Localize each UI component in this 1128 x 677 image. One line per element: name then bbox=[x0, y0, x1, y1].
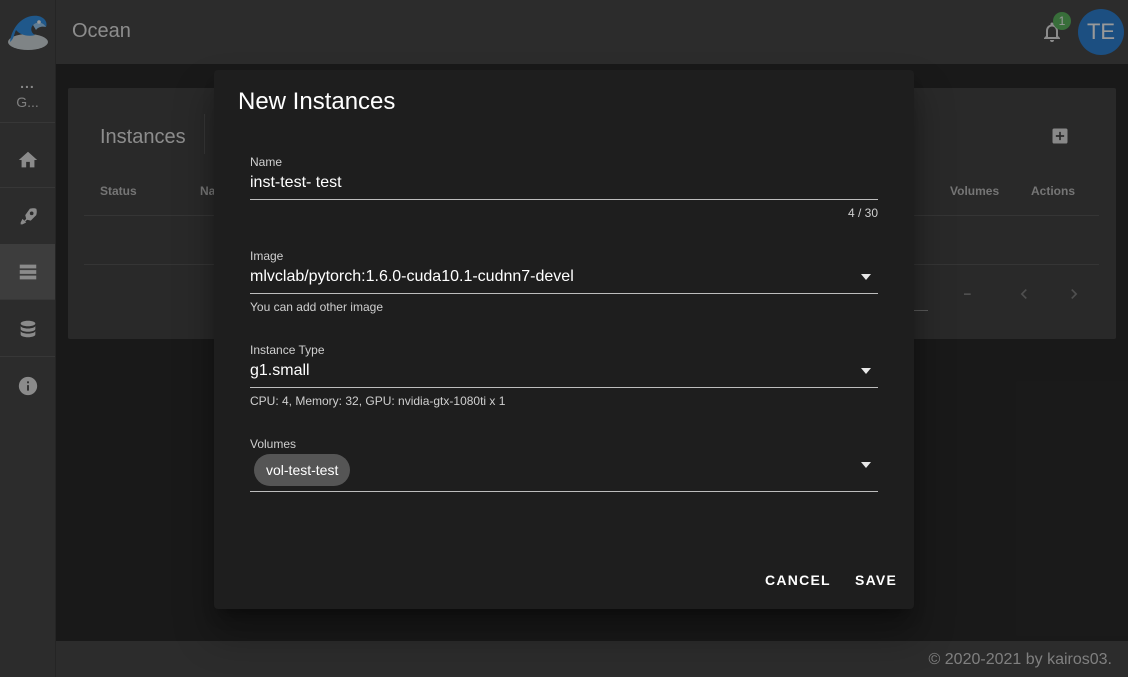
name-field-underline bbox=[250, 199, 878, 200]
save-button[interactable]: SAVE bbox=[855, 572, 897, 588]
instance-type-label: Instance Type bbox=[250, 343, 325, 357]
image-dropdown-toggle[interactable] bbox=[861, 274, 871, 280]
volumes-field-label: Volumes bbox=[250, 437, 297, 451]
image-field-underline bbox=[250, 293, 878, 294]
volume-chip[interactable]: vol-test-test bbox=[254, 454, 351, 486]
name-char-counter: 4 / 30 bbox=[847, 206, 878, 220]
name-field[interactable]: inst-test- test bbox=[250, 174, 342, 192]
instance-type-select[interactable]: g1.small bbox=[250, 362, 310, 380]
instance-type-underline bbox=[250, 387, 878, 388]
instance-type-dropdown-toggle[interactable] bbox=[861, 368, 871, 374]
cancel-button[interactable]: CANCEL bbox=[765, 572, 831, 588]
image-field-label: Image bbox=[250, 249, 284, 263]
dropdown-arrow-icon bbox=[861, 368, 871, 374]
dropdown-arrow-icon bbox=[861, 462, 871, 468]
name-field-label: Name bbox=[250, 155, 283, 169]
dropdown-arrow-icon bbox=[861, 274, 871, 280]
new-instance-dialog: New Instances Name inst-test- test 4 / 3… bbox=[214, 70, 914, 609]
volumes-dropdown-toggle[interactable] bbox=[861, 462, 871, 468]
image-field-hint: You can add other image bbox=[250, 300, 383, 314]
instance-type-hint: CPU: 4, Memory: 32, GPU: nvidia-gtx-1080… bbox=[250, 394, 506, 408]
image-select[interactable]: mlvclab/pytorch:1.6.0-cuda10.1-cudnn7-de… bbox=[250, 268, 574, 286]
volumes-field-underline bbox=[250, 491, 878, 492]
dialog-title: New Instances bbox=[238, 88, 396, 115]
